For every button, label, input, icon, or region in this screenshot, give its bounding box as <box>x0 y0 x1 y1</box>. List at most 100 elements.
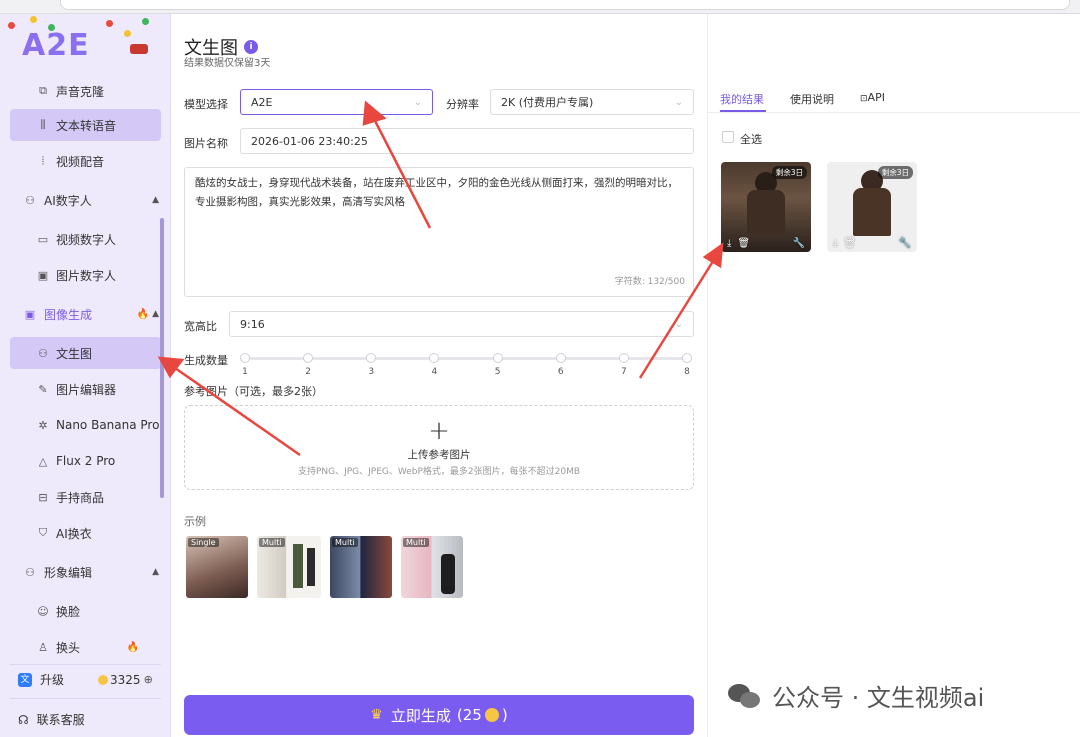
sidebar-item-product[interactable]: ⊟ 手持商品 <box>10 481 161 513</box>
tab-my-results[interactable]: 我的结果 <box>720 91 764 107</box>
address-bar[interactable] <box>60 0 1070 10</box>
decoration <box>100 14 160 66</box>
download-icon[interactable]: ⤓ <box>727 238 731 249</box>
upgrade-row[interactable]: 文 升级 3325 ⊕ <box>18 671 153 688</box>
sidebar-item-image-editor[interactable]: ✎ 图片编辑器 <box>10 373 161 405</box>
photo-human-icon: ▣ <box>37 268 49 282</box>
slider-stop[interactable] <box>492 353 503 363</box>
slider-tick-label: 4 <box>431 367 438 377</box>
crown-icon: ♛ <box>370 707 383 723</box>
reference-upload[interactable]: + 上传参考图片 支持PNG、JPG、JPEG、WebP格式，最多2张图片，每张… <box>184 405 694 490</box>
generate-button[interactable]: ♛ 立即生成 (25 ) <box>184 695 694 735</box>
example-figure <box>293 544 303 588</box>
sidebar-group-avatar-edit[interactable]: ⚇ 形象编辑 ▲ <box>0 556 170 588</box>
aspect-ratio-select[interactable]: 9:16 ⌄ <box>229 311 694 337</box>
delete-icon[interactable]: 🗑 <box>737 238 750 249</box>
sidebar-item-nano-banana-pro[interactable]: ✲ Nano Banana Pro <box>10 409 161 441</box>
sidebar-item-text-to-image[interactable]: ⚇ 文生图 <box>10 337 161 369</box>
example-figure <box>441 554 455 594</box>
sidebar-item-face-swap[interactable]: ☺ 换脸 <box>10 595 161 627</box>
resolution-label: 分辨率 <box>446 98 479 111</box>
select-all-checkbox[interactable] <box>722 131 734 143</box>
sidebar-item-ai-outfit[interactable]: ⛉ AI换衣 <box>10 517 161 549</box>
tab-instructions[interactable]: 使用说明 <box>790 91 834 107</box>
support-link[interactable]: ☊ 联系客服 <box>18 711 85 728</box>
examples-label: 示例 <box>184 515 206 528</box>
wrench-icon[interactable]: 🔧 <box>793 238 805 249</box>
panel-divider <box>707 14 708 737</box>
shirt-icon: ⛉ <box>38 526 48 539</box>
sidebar-item-video-human[interactable]: ▭ 视频数字人 <box>10 223 161 255</box>
sidebar-item-text-to-speech[interactable]: ⫼ 文本转语音 <box>10 109 161 141</box>
video-human-icon: ▭ <box>37 232 49 246</box>
slider-tick-label: 8 <box>684 367 690 377</box>
download-icon[interactable]: ⤓ <box>833 238 837 249</box>
example-thumbnail[interactable]: Multi <box>401 536 463 598</box>
slider-stop[interactable] <box>682 353 692 363</box>
tab-api[interactable]: ⊡API <box>860 91 885 107</box>
divider <box>10 698 161 699</box>
info-icon[interactable]: i <box>244 40 258 54</box>
slider-stop[interactable] <box>555 353 566 363</box>
add-credits-icon[interactable]: ⊕ <box>144 673 153 686</box>
sidebar-group-image-gen[interactable]: ▣ 图像生成 🔥 ▲ <box>0 298 170 330</box>
prompt-textarea[interactable]: 酷炫的女战士，身穿现代战术装备，站在废弃工业区中，夕阳的金色光线从侧面打来，强烈… <box>184 167 694 297</box>
name-label: 图片名称 <box>184 137 228 150</box>
result-image[interactable]: 剩余3日 ⤓ 🗑 🔧 <box>721 162 811 252</box>
char-counter: 字符数: 132/500 <box>614 277 685 287</box>
app-logo[interactable]: A2E <box>22 28 90 63</box>
credits-badge: 3325 ⊕ <box>98 673 153 687</box>
headset-icon: ☊ <box>18 712 29 727</box>
sidebar-group-digital-human[interactable]: ⚇ AI数字人 ▲ <box>0 184 170 216</box>
slider-stop[interactable] <box>366 353 377 363</box>
model-label: 模型选择 <box>184 98 228 111</box>
upgrade-label: 升级 <box>40 673 65 687</box>
ratio-label: 宽高比 <box>184 320 217 333</box>
sidebar-scrollbar[interactable] <box>160 218 164 498</box>
chevron-down-icon: ⌄ <box>413 96 422 108</box>
example-thumbnail[interactable]: Multi <box>257 536 321 598</box>
image-name-input[interactable]: 2026-01-06 23:40:25 <box>240 128 694 154</box>
face-swap-icon: ☺ <box>37 604 49 618</box>
chevron-up-icon: ▲ <box>152 567 159 577</box>
avatar-edit-icon: ⚇ <box>25 565 35 579</box>
slider-stop[interactable] <box>618 353 629 363</box>
coin-icon <box>98 674 109 685</box>
dubbing-icon: ⦙ <box>41 154 45 167</box>
sidebar-item-voice-clone[interactable]: ⧉ 声音克隆 <box>10 75 161 107</box>
results-tabs: 我的结果 使用说明 ⊡API <box>720 91 911 107</box>
slider-stop[interactable] <box>240 353 250 363</box>
slider-stop[interactable] <box>303 353 314 363</box>
api-icon: ⊡ <box>860 94 868 104</box>
slider-stop[interactable] <box>429 353 440 363</box>
product-icon: ⊟ <box>38 490 48 504</box>
wrench-icon[interactable]: 🔧 <box>899 238 911 249</box>
model-select[interactable]: A2E ⌄ <box>240 89 433 115</box>
example-thumbnail[interactable]: Single <box>186 536 248 598</box>
voice-clone-icon: ⧉ <box>39 84 47 97</box>
person-icon: ⚇ <box>25 193 35 207</box>
sidebar-item-dubbing[interactable]: ⦙ 视频配音 <box>10 145 161 177</box>
example-figure <box>307 548 315 586</box>
coin-icon <box>484 708 499 722</box>
resolution-select[interactable]: 2K (付费用户专属) ⌄ <box>490 89 694 115</box>
example-thumbnail[interactable]: Multi <box>330 536 392 598</box>
sidebar: A2E ⧉ 声音克隆 ⫼ 文本转语音 ⦙ 视频配音 ⚇ AI数字人 ▲ ▭ 视频… <box>0 14 171 737</box>
image-icon: ▣ <box>24 307 36 321</box>
delete-icon[interactable]: 🗑 <box>843 238 856 249</box>
page-subtitle: 结果数据仅保留3天 <box>184 58 271 69</box>
sidebar-item-flux-2-pro[interactable]: △ Flux 2 Pro <box>10 445 161 477</box>
result-figure-body <box>853 188 891 236</box>
fire-icon: 🔥 <box>126 641 139 653</box>
head-swap-icon: ♙ <box>38 640 48 654</box>
sidebar-item-photo-human[interactable]: ▣ 图片数字人 <box>10 259 161 291</box>
select-all-label[interactable]: 全选 <box>740 131 762 147</box>
reference-label: 参考图片（可选，最多2张） <box>184 385 323 398</box>
sidebar-item-head-swap[interactable]: ♙ 换头 🔥 <box>10 631 161 663</box>
count-label: 生成数量 <box>184 354 228 367</box>
divider <box>708 112 1080 113</box>
slider-tick-label: 2 <box>305 367 311 377</box>
slider-tick-label: 3 <box>368 367 375 377</box>
result-image[interactable]: 剩余3日 ⤓ 🗑 🔧 <box>827 162 917 252</box>
chevron-up-icon: ▲ <box>152 195 159 205</box>
